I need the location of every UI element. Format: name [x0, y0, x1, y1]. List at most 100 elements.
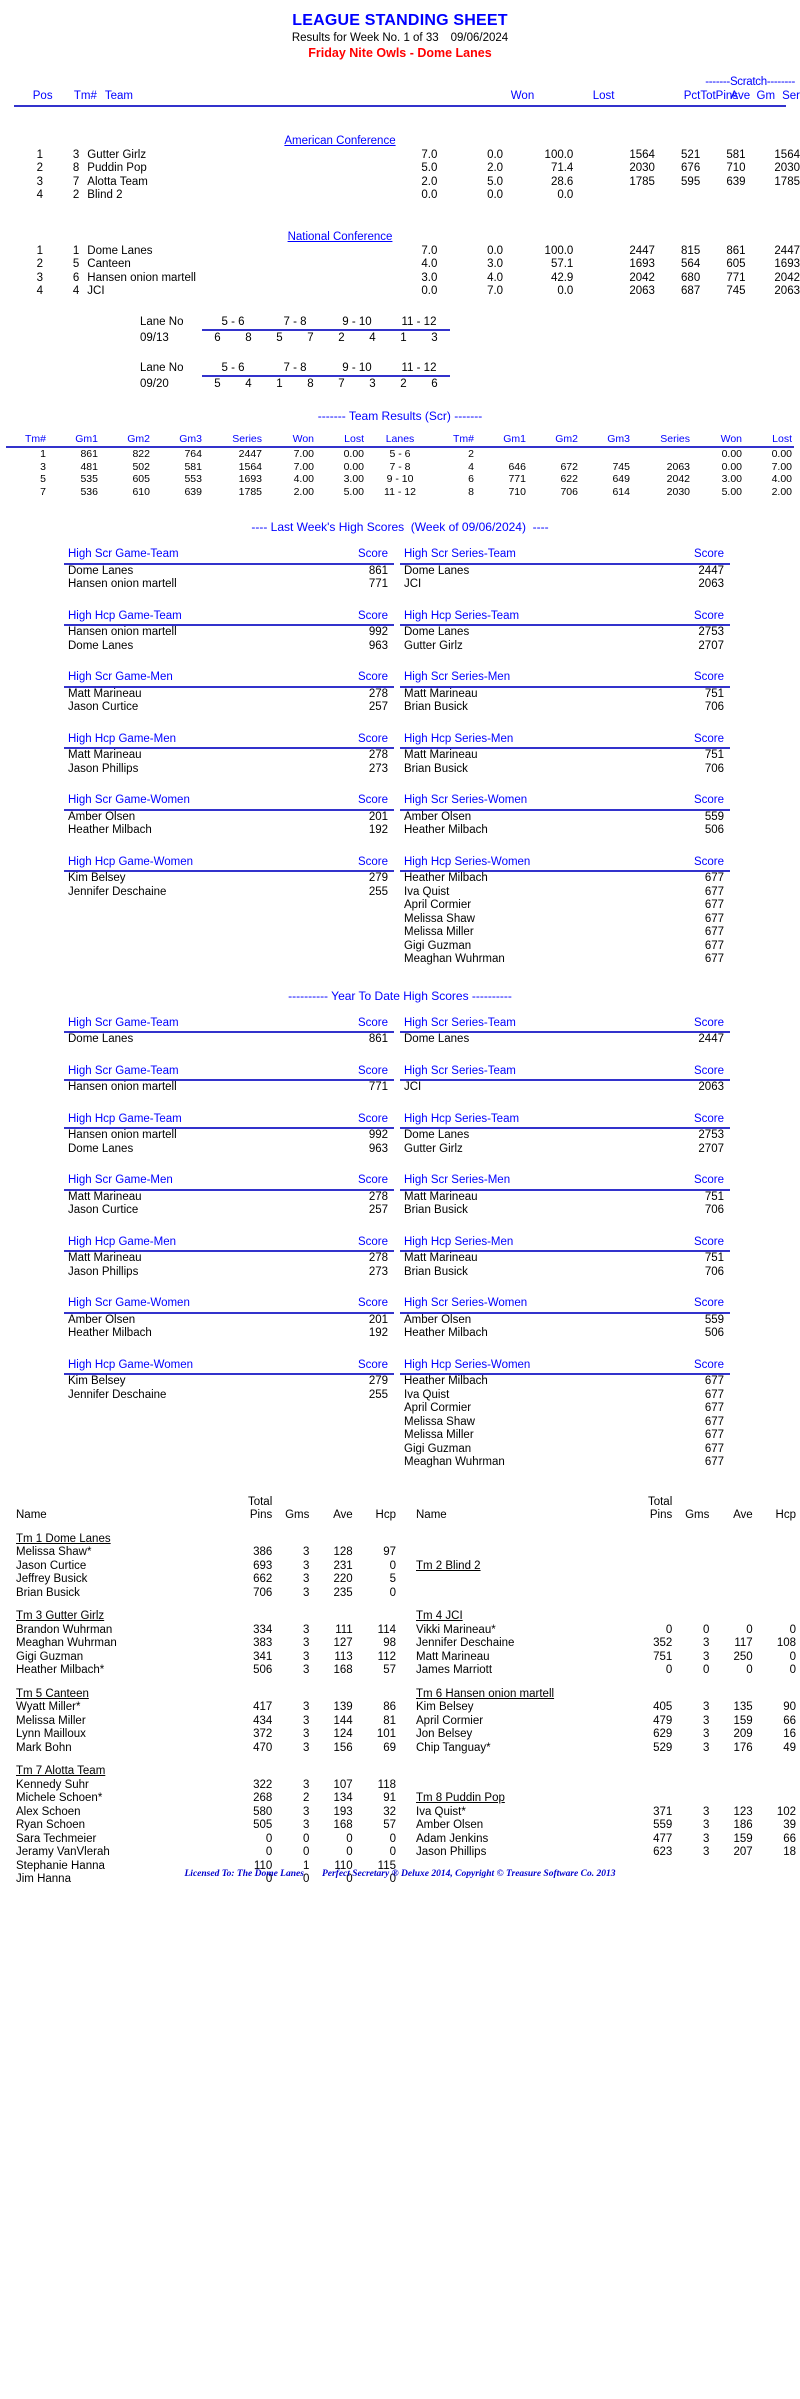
standings-team-name: Dome Lanes: [87, 244, 153, 257]
lane-pair: 9 - 10: [342, 361, 372, 374]
roster-team-cell: Tm 8 Puddin Pop Iva Quist* 371 3 123 102 Ambe…: [400, 1755, 800, 1887]
high-score-value: 963: [368, 1142, 388, 1155]
roster-player-pins: 479: [653, 1714, 673, 1727]
roster-player-name: Heather Milbach*: [16, 1664, 105, 1676]
roster-player-name: Iva Quist*: [416, 1805, 466, 1818]
high-score-name: Matt Marineau: [68, 1252, 142, 1264]
standings-won: 7.0: [421, 244, 438, 257]
roster-team-table: Tm 4 JCI Vikki Marineau* 0 0 0 0 Jennifer Des…: [400, 1600, 796, 1678]
roster-player-ave: 0: [346, 1832, 353, 1845]
high-score-category: High Hcp Series-Women: [400, 855, 644, 872]
tr-gm1-a: 536: [80, 485, 98, 498]
roster-team-title-row[interactable]: Tm 3 Gutter Girlz: [0, 1600, 396, 1624]
standings-team-name: Alotta Team: [87, 175, 148, 188]
high-score-row: Amber Olsen 201: [64, 810, 394, 825]
col-tm: Tm#: [73, 90, 97, 102]
roster-team-title[interactable]: Tm 1 Dome Lanes: [0, 1523, 219, 1547]
lane-team-number: 5: [214, 377, 221, 390]
roster-player-name: Michele Schoen*: [16, 1792, 103, 1804]
high-score-name: Gutter Girlz: [404, 639, 463, 652]
roster-team-title-row[interactable]: Tm 1 Dome Lanes: [0, 1523, 396, 1547]
roster-title-pad3: [309, 1523, 352, 1547]
roster-player-hcp: 39: [783, 1819, 796, 1831]
roster-col-name-left: Name: [16, 1509, 47, 1521]
roster-player-gms: 3: [302, 1741, 310, 1754]
team-results-header-row: Tm# Gm1 Gm2 Gm3 Series Won Lost Lanes Tm# Gm1 Gm2 G…: [6, 432, 794, 448]
roster-player-ave: 209: [733, 1728, 753, 1740]
roster-team-title[interactable]: Tm 8 Puddin Pop: [400, 1782, 619, 1806]
roster-player-hcp: 0: [789, 1623, 796, 1636]
roster-player-pins: 434: [253, 1714, 273, 1727]
roster-team-title[interactable]: Tm 4 JCI: [400, 1600, 619, 1624]
roster-team-title[interactable]: Tm 5 Canteen: [0, 1678, 219, 1702]
high-score-name: Dome Lanes: [404, 626, 470, 638]
tr-team-a: 3: [40, 460, 46, 473]
roster-player-gms: 3: [302, 1664, 310, 1676]
lane-team-number: 4: [245, 377, 252, 390]
standings-team-name: Canteen: [87, 258, 131, 270]
high-score-value: 2707: [698, 639, 724, 652]
high-score-row: Heather Milbach 192: [64, 824, 394, 838]
roster-player-hcp: 0: [389, 1846, 396, 1858]
high-score-pane-left: High Hcp Game-Men Score Matt Marineau 278 Ja…: [64, 732, 394, 777]
high-score-category: High Hcp Series-Team: [400, 609, 644, 626]
roster-player-pins: 386: [253, 1546, 273, 1558]
roster-team-title-row[interactable]: Tm 7 Alotta Team: [0, 1755, 396, 1779]
high-score-name: Amber Olsen: [404, 810, 472, 823]
high-score-value: 279: [368, 1375, 388, 1387]
roster-team-title[interactable]: Tm 7 Alotta Team: [0, 1755, 219, 1779]
high-score-pane-header: High Hcp Series-Women Score: [400, 855, 730, 872]
roster-player-gms: 0: [702, 1664, 710, 1676]
roster-player-row: Jason Curtice 693 3 231 0: [0, 1560, 396, 1574]
high-score-name: Iva Quist: [404, 1388, 450, 1401]
high-score-row: Dome Lanes 2753: [400, 1128, 730, 1143]
standings-ser: 1693: [774, 258, 800, 270]
team-results-col-8: Tm#: [434, 432, 476, 448]
roster-player-hcp: 118: [377, 1778, 396, 1791]
roster-team-title-row[interactable]: Tm 2 Blind 2: [400, 1550, 796, 1574]
high-score-name: Jason Curtice: [68, 701, 139, 713]
high-score-block-row: High Scr Game-Team Score Hansen onion mart…: [64, 1064, 736, 1095]
high-score-pane-right: High Hcp Series-Team Score Dome Lanes 2753 G…: [400, 609, 730, 654]
standings-team-number: 5: [72, 258, 80, 270]
high-score-name: Brian Busick: [404, 762, 468, 775]
roster-player-ave: 235: [333, 1586, 353, 1599]
roster-team-title[interactable]: Tm 6 Hansen onion martell: [400, 1678, 619, 1702]
high-score-value: 257: [368, 1204, 388, 1216]
standings-ser: 2030: [774, 162, 800, 174]
standings-totpins: 1693: [629, 258, 655, 270]
tr-won-b: 5.00: [721, 485, 742, 498]
team-results-col-5: Won: [264, 432, 316, 448]
tr-gm3-b: 745: [612, 460, 630, 473]
roster-team-title-row[interactable]: Tm 8 Puddin Pop: [400, 1782, 796, 1806]
roster-player-pins: 506: [253, 1664, 273, 1676]
roster-team-table: Tm 1 Dome Lanes Melissa Shaw* 386 3 128 97 Ja…: [0, 1523, 396, 1601]
roster-title-pad3: [709, 1600, 752, 1624]
high-score-block: High Scr Game-Team Score Dome Lanes 861 Hans…: [64, 548, 736, 592]
roster-team-title-row[interactable]: Tm 4 JCI: [400, 1600, 796, 1624]
high-score-category: High Scr Series-Men: [400, 1174, 644, 1191]
roster-player-ave: 124: [333, 1728, 353, 1740]
roster-title-pad1: [619, 1782, 673, 1806]
roster-player-gms: 3: [302, 1546, 310, 1558]
roster-player-row: Kim Belsey 405 3 135 90: [400, 1701, 796, 1715]
roster-team-title[interactable]: Tm 3 Gutter Girlz: [0, 1600, 219, 1624]
team-results-row: 3 481 502 581 1564 7.00 0.00 7 - 8 4 646 672 745 206…: [6, 461, 794, 474]
tr-gm1-a: 861: [80, 448, 98, 460]
high-score-category: High Hcp Game-Team: [64, 1112, 308, 1129]
high-score-label: Score: [644, 548, 730, 565]
high-score-row: Matt Marineau 278: [64, 1251, 394, 1266]
roster-team-title-row[interactable]: Tm 5 Canteen: [0, 1678, 396, 1702]
roster-player-ave: 128: [333, 1546, 353, 1558]
high-score-label: Score: [308, 1064, 394, 1081]
standings-lost: 0.0: [487, 244, 504, 257]
high-score-value: 273: [368, 1265, 388, 1278]
roster-player-gms: 3: [302, 1637, 310, 1649]
roster-player-row: Melissa Miller 434 3 144 81: [0, 1715, 396, 1729]
roster-team-title[interactable]: Tm 2 Blind 2: [400, 1550, 619, 1574]
high-score-block-gap: [0, 1095, 800, 1113]
high-score-row: Brian Busick 706: [400, 1204, 730, 1218]
roster-title-pad2: [272, 1678, 309, 1702]
roster-player-row: Meaghan Wuhrman 383 3 127 98: [0, 1637, 396, 1651]
roster-team-title-row[interactable]: Tm 6 Hansen onion martell: [400, 1678, 796, 1702]
